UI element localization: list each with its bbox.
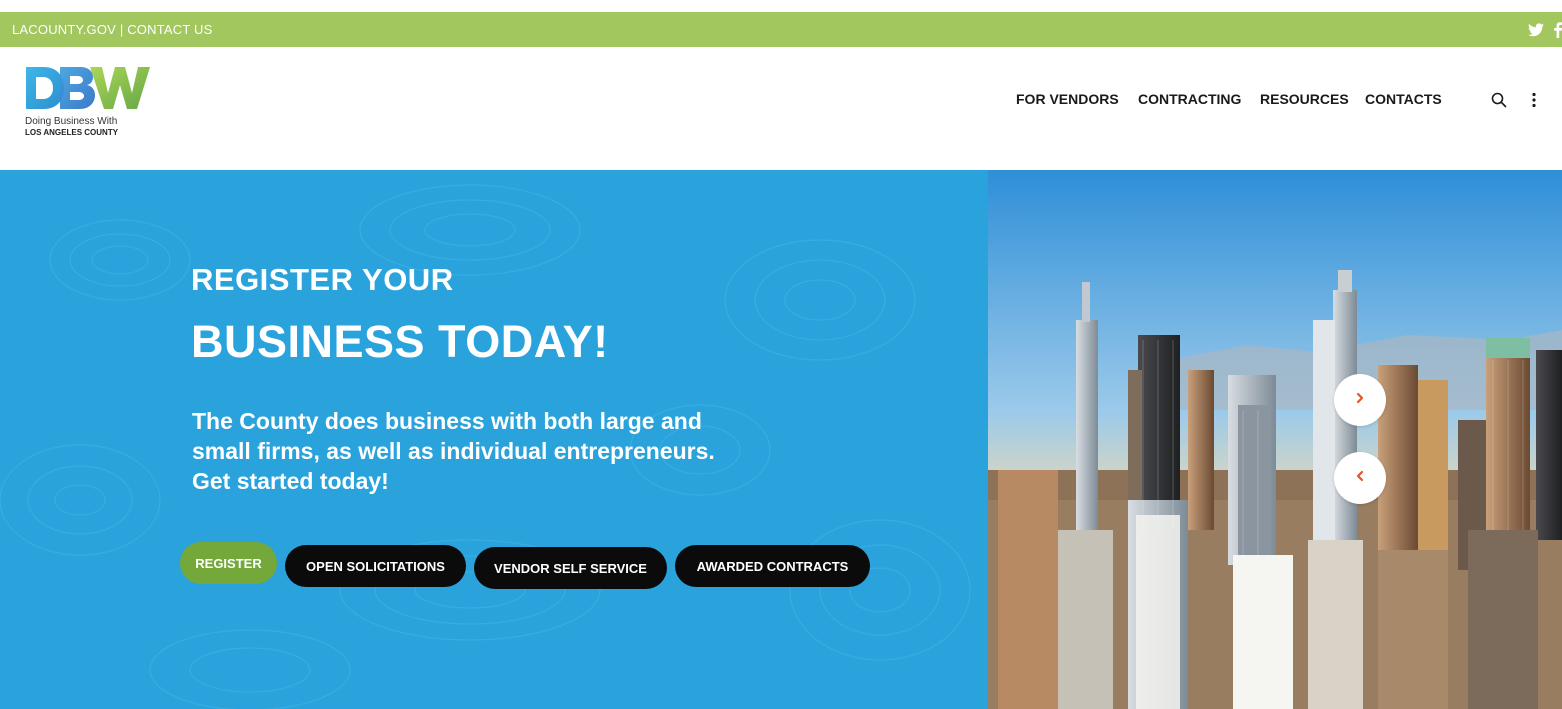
open-solicitations-button[interactable]: OPEN SOLICITATIONS	[285, 545, 466, 587]
vendor-self-service-button[interactable]: VENDOR SELF SERVICE	[474, 547, 667, 589]
chevron-left-icon	[1354, 469, 1366, 487]
more-vertical-icon[interactable]	[1526, 92, 1544, 110]
site-header: Doing Business With LOS ANGELES COUNTY F…	[0, 47, 1562, 170]
utility-links-text[interactable]: LACOUNTY.GOV | CONTACT US	[12, 22, 213, 37]
logo-county: LOS ANGELES COUNTY	[25, 128, 119, 137]
slider-next-button[interactable]	[1334, 374, 1386, 426]
logo-tagline: Doing Business With	[25, 116, 118, 127]
city-skyline-image	[988, 170, 1562, 709]
slider-prev-button[interactable]	[1334, 452, 1386, 504]
search-icon[interactable]	[1491, 92, 1509, 110]
nav-item-for-vendors[interactable]: FOR VENDORS	[1016, 91, 1119, 107]
skyline-illustration	[988, 170, 1562, 709]
register-button[interactable]: REGISTER	[180, 542, 277, 584]
utility-links[interactable]: LACOUNTY.GOV | CONTACT US	[12, 12, 213, 47]
utility-bar: LACOUNTY.GOV | CONTACT US	[0, 12, 1562, 47]
top-strip	[0, 0, 1562, 12]
hero-description: The County does business with both large…	[192, 408, 715, 494]
nav-item-resources[interactable]: RESOURCES	[1260, 91, 1349, 107]
nav-item-contracting[interactable]: CONTRACTING	[1138, 91, 1241, 107]
page: LACOUNTY.GOV | CONTACT US Doing Business…	[0, 0, 1562, 709]
social-links	[1528, 12, 1562, 47]
awarded-contracts-button[interactable]: AWARDED CONTRACTS	[675, 545, 870, 587]
dbw-logo[interactable]: Doing Business With LOS ANGELES COUNTY	[24, 63, 164, 143]
hero-heading-line2: BUSINESS TODAY!	[191, 316, 609, 367]
nav-item-contacts[interactable]: CONTACTS	[1365, 91, 1442, 107]
facebook-icon[interactable]	[1554, 21, 1562, 38]
hero-heading-line1: REGISTER YOUR	[191, 262, 454, 297]
dbw-logo-mark	[26, 67, 150, 109]
twitter-icon[interactable]	[1528, 22, 1544, 37]
chevron-right-icon	[1354, 391, 1366, 409]
hero-panel: REGISTER YOUR BUSINESS TODAY! The County…	[0, 170, 988, 709]
